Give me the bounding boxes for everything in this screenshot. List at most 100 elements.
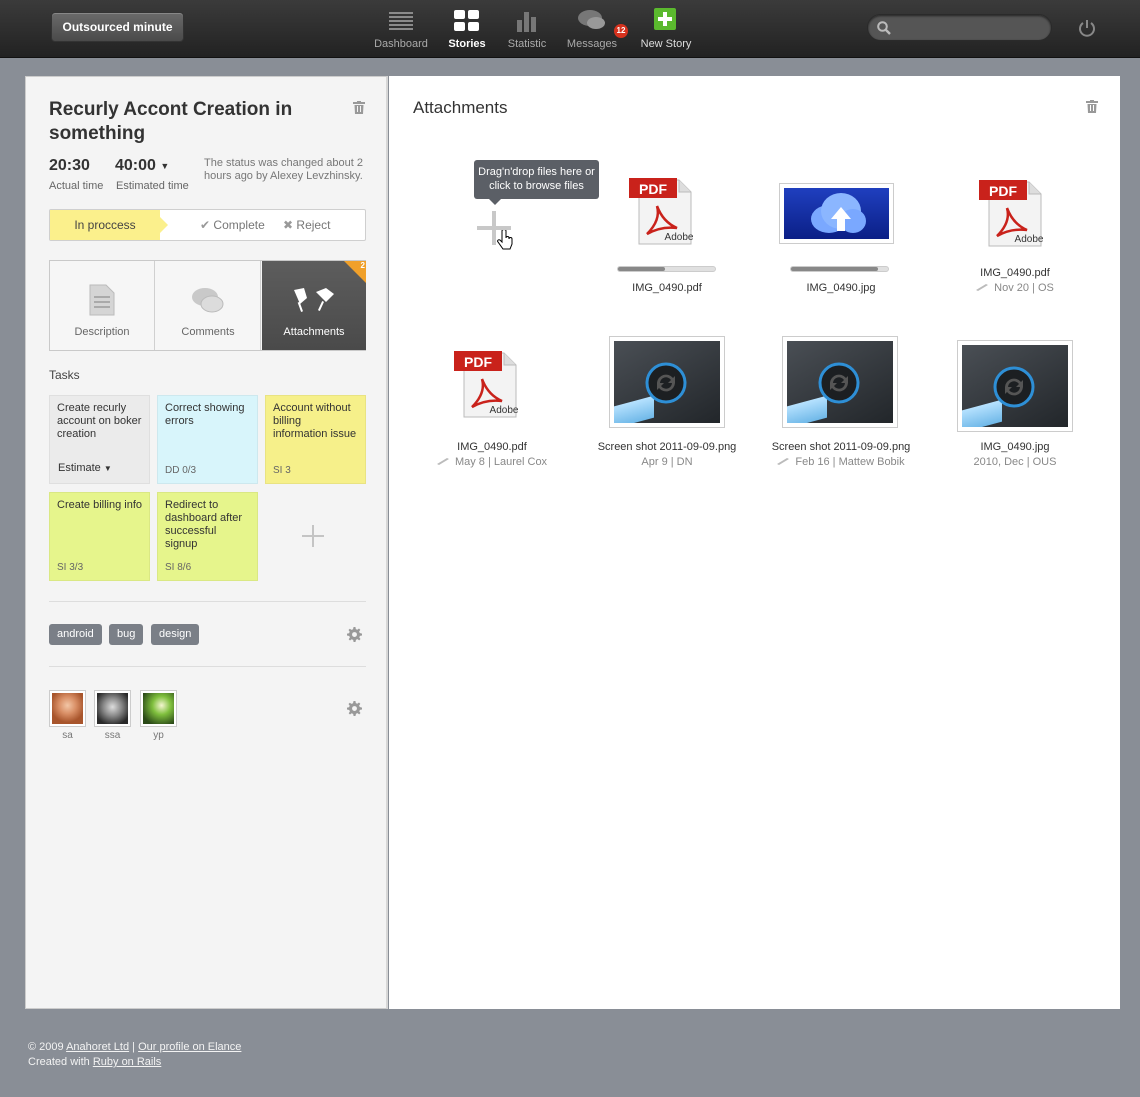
estimated-time-dropdown[interactable]: 40:00 ▼	[115, 157, 169, 175]
list-icon	[374, 6, 428, 32]
task-text: Account without billing information issu…	[273, 402, 357, 440]
estimate-dropdown[interactable]: Estimate ▼	[58, 462, 112, 475]
tab-description[interactable]: Description	[50, 261, 155, 350]
divider	[49, 666, 366, 667]
tab-comments[interactable]: Comments	[156, 261, 261, 350]
attachments-title: Attachments	[413, 98, 508, 117]
sync-icon	[645, 362, 687, 404]
sync-icon	[993, 366, 1035, 408]
svg-text:PDF: PDF	[989, 183, 1017, 199]
nav-label: Dashboard	[374, 38, 428, 50]
file-meta: Nov 20 | OS	[994, 282, 1054, 294]
attachment-item[interactable]: IMG_0490.pdf	[582, 282, 752, 294]
bar-chart-icon	[505, 6, 549, 32]
nav-statistic[interactable]: Statistic	[505, 6, 549, 52]
svg-text:PDF: PDF	[464, 354, 492, 370]
task-card[interactable]: Account without billing information issu…	[265, 395, 366, 484]
story-title: Recurly Accont Creation in something	[49, 99, 293, 144]
footer-separator: |	[132, 1041, 136, 1053]
image-thumbnail[interactable]	[609, 336, 725, 428]
task-meta: DD 0/3	[165, 465, 197, 476]
add-task-button[interactable]	[301, 522, 325, 556]
tab-attachments[interactable]: Attachments 2	[262, 261, 366, 350]
tab-label: Comments	[181, 326, 235, 338]
task-meta: SI 8/6	[165, 562, 192, 573]
member-name: yp	[153, 730, 164, 741]
file-name: Screen shot 2011-09-09.png	[771, 441, 911, 453]
task-text: Redirect to dashboard after successful s…	[165, 499, 243, 550]
nav-stories[interactable]: Stories	[445, 6, 489, 52]
file-meta: 2010, Dec | OUS	[973, 456, 1057, 468]
created-with-text: Created with	[28, 1056, 90, 1068]
avatar[interactable]	[140, 690, 177, 727]
image-thumbnail[interactable]	[957, 340, 1073, 432]
attachment-item[interactable]: IMG_0490.jpg 2010, Dec | OUS	[930, 441, 1100, 468]
upload-progress-bar	[790, 266, 889, 272]
status-complete-label: Complete	[213, 218, 265, 232]
member-name: ssa	[104, 730, 121, 741]
member-name: sa	[62, 730, 73, 741]
attachment-item[interactable]: IMG_0490.pdf Nov 20 | OS	[930, 267, 1100, 294]
avatar[interactable]	[94, 690, 131, 727]
search-input[interactable]	[896, 19, 1046, 37]
brand-button[interactable]: Outsourced minute	[51, 12, 184, 42]
attachment-item[interactable]: Screen shot 2011-09-09.png Apr 9 | DN	[582, 441, 752, 468]
trash-icon[interactable]	[353, 101, 365, 117]
task-card[interactable]: Correct showing errors DD 0/3	[157, 395, 258, 484]
screenshot-preview	[787, 341, 893, 423]
status-reject-button[interactable]: ✖ Reject	[283, 210, 330, 240]
elance-profile-link[interactable]: Our profile on Elance	[138, 1041, 241, 1053]
image-thumbnail[interactable]	[779, 183, 894, 244]
trash-icon[interactable]	[1086, 100, 1098, 116]
nav-messages[interactable]: Messages 12	[566, 6, 628, 52]
edit-icon	[777, 456, 791, 468]
task-meta: SI 3/3	[57, 562, 84, 573]
nav-label: Messages	[566, 38, 618, 50]
members-settings-gear-icon[interactable]	[347, 701, 362, 719]
tab-label: Attachments	[283, 326, 345, 338]
file-name: IMG_0490.jpg	[980, 441, 1050, 453]
top-navigation-bar: Outsourced minute Dashboard Stories Stat…	[0, 0, 1140, 58]
attachment-item[interactable]: IMG_0490.pdf May 8 | Laurel Cox	[407, 441, 577, 468]
estimated-time-label: Estimated time	[116, 180, 189, 192]
file-name: IMG_0490.pdf	[980, 267, 1050, 279]
attachment-item[interactable]: Screen shot 2011-09-09.png Feb 16 | Matt…	[756, 441, 926, 468]
pdf-file-icon[interactable]: PDF Adobe	[977, 178, 1047, 251]
edit-icon	[436, 456, 451, 468]
copyright-text: © 2009	[28, 1041, 64, 1053]
tags-settings-gear-icon[interactable]	[347, 627, 362, 645]
task-card[interactable]: Redirect to dashboard after successful s…	[157, 492, 258, 581]
tag-android[interactable]: android	[49, 624, 102, 645]
task-card[interactable]: Create billing info SI 3/3	[49, 492, 150, 581]
tag-design[interactable]: design	[151, 624, 200, 645]
rails-link[interactable]: Ruby on Rails	[93, 1056, 161, 1068]
nav-label: Stories	[448, 38, 486, 50]
company-link[interactable]: Anahoret Ltd	[66, 1041, 129, 1053]
svg-text:PDF: PDF	[639, 181, 667, 197]
task-text: Correct showing errors	[165, 402, 245, 427]
task-text: Create billing info	[57, 499, 142, 511]
search-box	[867, 14, 1052, 41]
attachment-item[interactable]: IMG_0490.jpg	[756, 282, 926, 294]
status-reject-label: Reject	[296, 218, 331, 232]
avatar[interactable]	[49, 690, 86, 727]
task-card[interactable]: Create recurly account on boker creation…	[49, 395, 150, 484]
screenshot-preview	[962, 345, 1068, 427]
image-thumbnail[interactable]	[782, 336, 898, 428]
nav-dashboard[interactable]: Dashboard	[374, 6, 428, 52]
status-switcher: In proccess ✔ Complete ✖ Reject	[49, 209, 366, 241]
comments-icon	[156, 261, 260, 316]
footer: © 2009 Anahoret Ltd | Our profile on Ela…	[28, 1040, 241, 1070]
messages-count-badge: 12	[614, 24, 628, 38]
search-icon	[877, 21, 891, 38]
grid-icon	[445, 6, 489, 32]
tag-bug[interactable]: bug	[109, 624, 144, 645]
pdf-file-icon[interactable]: PDF Adobe	[627, 176, 697, 249]
status-in-process[interactable]: In proccess	[50, 210, 168, 240]
power-icon[interactable]	[1078, 19, 1096, 40]
edit-icon	[976, 282, 990, 294]
status-complete-button[interactable]: ✔ Complete	[200, 210, 265, 240]
pdf-file-icon[interactable]: PDF Adobe	[452, 349, 522, 422]
file-name: IMG_0490.pdf	[457, 441, 527, 453]
nav-new-story[interactable]: New Story	[638, 6, 694, 52]
